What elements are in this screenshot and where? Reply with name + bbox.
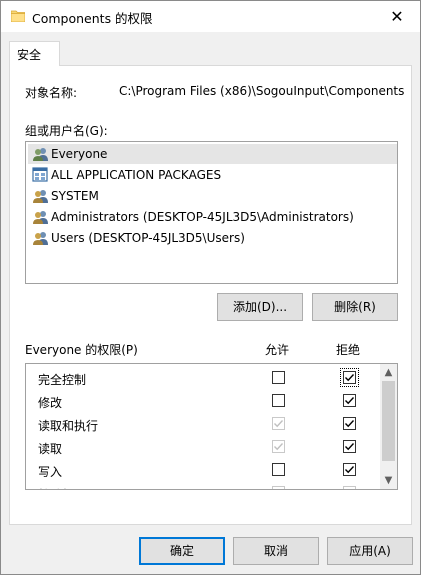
users-icon: [33, 232, 48, 245]
permission-name: 完全控制: [38, 373, 87, 387]
list-item-system[interactable]: SYSTEM: [28, 186, 397, 206]
permission-row: 写入: [26, 458, 382, 481]
permission-name: 读取: [38, 442, 63, 456]
list-item-label: Users (DESKTOP-45JL3D5\Users): [51, 231, 245, 245]
cancel-button[interactable]: 取消: [233, 537, 319, 565]
permission-row: 读取和执行: [26, 412, 382, 435]
deny-checkbox[interactable]: [343, 394, 356, 407]
list-item-users[interactable]: Users (DESKTOP-45JL3D5\Users): [28, 228, 397, 248]
users-icon: [33, 148, 48, 161]
permissions-label: Everyone 的权限(P): [25, 343, 138, 357]
groups-label: 组或用户名(G):: [25, 124, 108, 138]
permission-row: 特殊权限: [26, 481, 382, 489]
permission-name: 修改: [38, 396, 63, 410]
deny-checkbox[interactable]: [343, 417, 356, 430]
allow-checkbox[interactable]: [272, 394, 285, 407]
users-icon: [33, 211, 48, 224]
deny-checkbox[interactable]: [343, 463, 356, 476]
scroll-thumb[interactable]: [382, 381, 395, 461]
list-item-everyone[interactable]: Everyone: [28, 144, 397, 164]
permission-name: 写入: [38, 465, 63, 479]
permission-row: 完全控制: [26, 366, 382, 389]
folder-icon: [11, 10, 25, 22]
permissions-list: 完全控制修改读取和执行读取写入特殊权限 ▲ ▼: [25, 363, 398, 490]
scrollbar[interactable]: ▲ ▼: [380, 364, 397, 489]
list-item-label: Administrators (DESKTOP-45JL3D5\Administ…: [51, 210, 354, 224]
allow-checkbox: [272, 417, 285, 430]
list-item-administrators[interactable]: Administrators (DESKTOP-45JL3D5\Administ…: [28, 207, 397, 227]
close-icon: ✕: [390, 7, 404, 26]
tab-security[interactable]: 安全: [9, 41, 60, 66]
remove-button[interactable]: 删除(R): [312, 293, 398, 321]
object-name-label: 对象名称:: [25, 86, 78, 100]
deny-column-header: 拒绝: [336, 343, 361, 357]
title-bar: Components 的权限 ✕: [1, 1, 420, 32]
permission-name: 读取和执行: [38, 419, 99, 433]
window-title: Components 的权限: [32, 11, 153, 26]
permissions-dialog: Components 的权限 ✕ 安全 对象名称: C:\Program Fil…: [0, 0, 421, 575]
users-icon: [33, 190, 48, 203]
scroll-down-icon[interactable]: ▼: [380, 472, 397, 489]
permission-name: 特殊权限: [38, 486, 86, 489]
apply-button[interactable]: 应用(A): [327, 537, 413, 565]
allow-checkbox[interactable]: [272, 463, 285, 476]
list-item-label: ALL APPLICATION PACKAGES: [51, 168, 222, 182]
permission-row: 修改: [26, 389, 382, 412]
allow-checkbox: [272, 486, 285, 489]
permission-row: 读取: [26, 435, 382, 458]
list-item-all-app-packages[interactable]: ALL APPLICATION PACKAGES: [28, 165, 397, 185]
list-item-label: SYSTEM: [51, 189, 99, 203]
list-item-label: Everyone: [51, 147, 108, 161]
scroll-up-icon[interactable]: ▲: [380, 364, 397, 381]
app-packages-icon: [32, 167, 48, 182]
add-button[interactable]: 添加(D)...: [217, 293, 303, 321]
groups-listbox[interactable]: Everyone ALL APPLICATION PACKAGES SYSTEM: [25, 141, 398, 284]
allow-column-header: 允许: [265, 343, 290, 357]
deny-checkbox: [343, 486, 356, 489]
deny-checkbox[interactable]: [340, 368, 359, 387]
object-name-value: C:\Program Files (x86)\SogouInput\Compon…: [119, 84, 405, 98]
tab-security-label: 安全: [17, 48, 42, 62]
deny-checkbox[interactable]: [343, 440, 356, 453]
allow-checkbox[interactable]: [272, 371, 285, 384]
allow-checkbox: [272, 440, 285, 453]
ok-button[interactable]: 确定: [139, 537, 225, 565]
close-button[interactable]: ✕: [374, 1, 420, 32]
